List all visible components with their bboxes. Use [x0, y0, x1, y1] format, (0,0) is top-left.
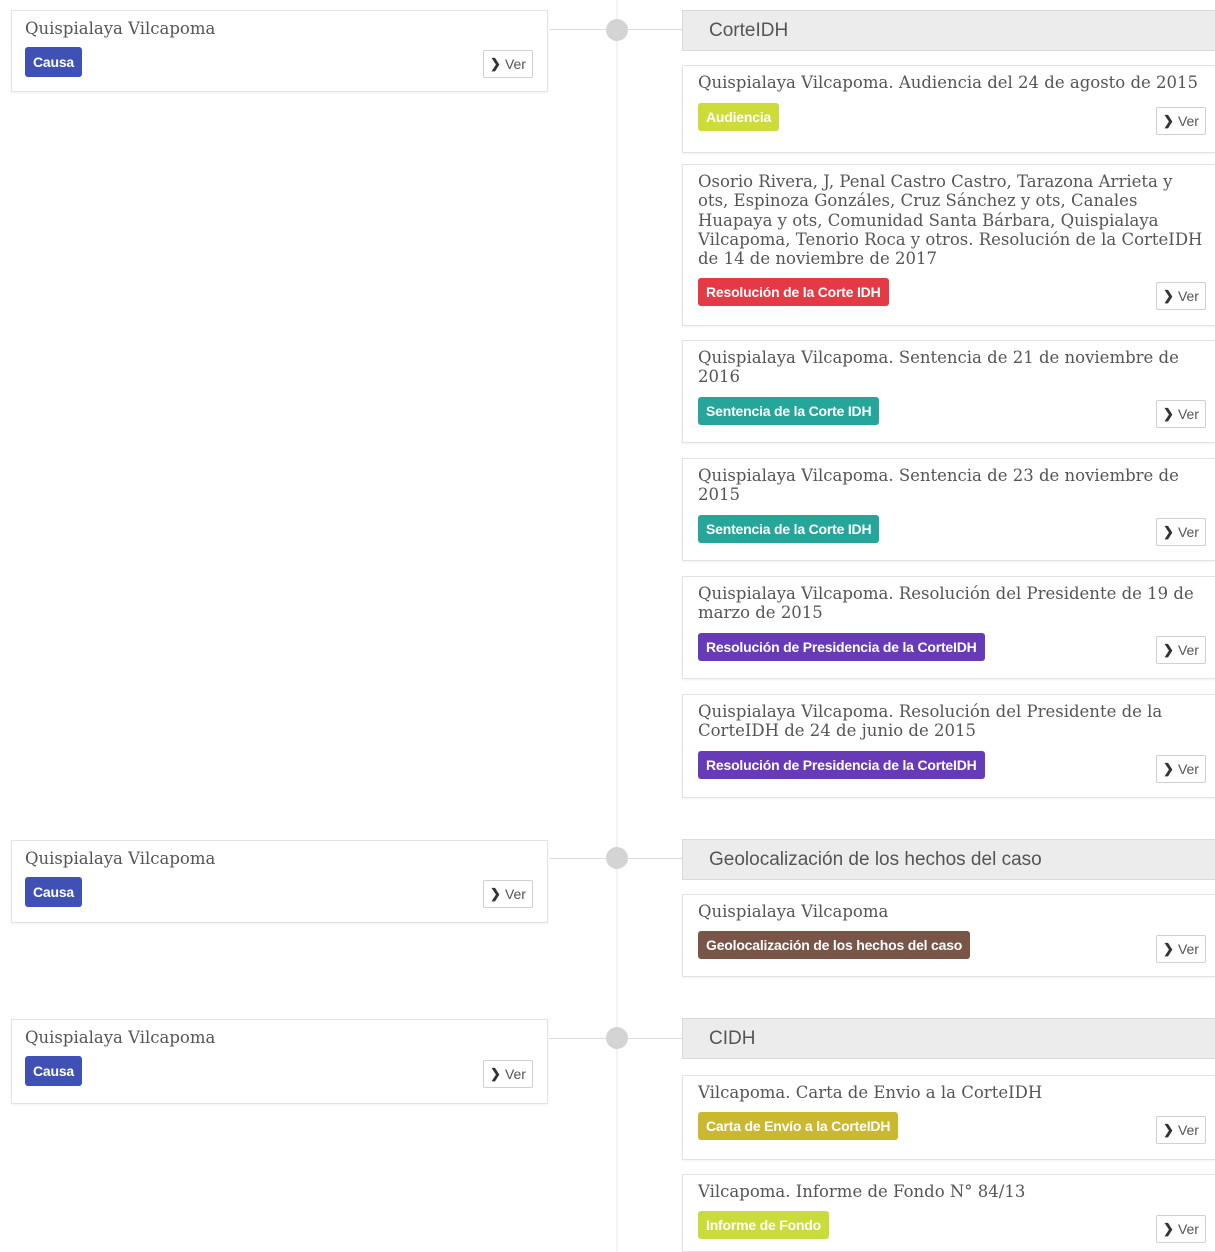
ver-label: Ver	[1177, 761, 1199, 777]
chevron-right-icon: ❯	[490, 1066, 501, 1081]
ver-label: Ver	[1177, 113, 1199, 129]
ver-label: Ver	[1177, 1221, 1199, 1237]
ver-label: Ver	[1177, 524, 1199, 540]
causa-title: Quispialaya Vilcapoma	[25, 1028, 216, 1047]
chevron-right-icon: ❯	[1163, 524, 1174, 539]
document-title: Vilcapoma. Informe de Fondo N° 84/13	[698, 1182, 1026, 1201]
document-card: Vilcapoma. Carta de Envio a la CorteIDH …	[682, 1075, 1215, 1160]
document-title: Vilcapoma. Carta de Envio a la CorteIDH	[698, 1083, 1043, 1102]
document-title: Quispialaya Vilcapoma. Sentencia de 21 d…	[698, 348, 1179, 387]
chevron-right-icon: ❯	[1163, 1221, 1174, 1236]
group-header-geolocalizacion: Geolocalización de los hechos del caso	[682, 839, 1215, 880]
document-card: Vilcapoma. Informe de Fondo N° 84/13 Inf…	[682, 1174, 1215, 1252]
chevron-right-icon: ❯	[1163, 941, 1174, 956]
causa-title: Quispialaya Vilcapoma	[25, 849, 216, 868]
document-title: Quispialaya Vilcapoma. Resolución del Pr…	[698, 702, 1163, 741]
ver-label: Ver	[1177, 406, 1199, 422]
timeline-spine	[616, 0, 618, 1252]
ver-button[interactable]: ❯ Ver	[1156, 935, 1206, 963]
chevron-right-icon: ❯	[1163, 113, 1174, 128]
document-card: Osorio Rivera, J, Penal Castro Castro, T…	[682, 164, 1215, 326]
ver-button[interactable]: ❯ Ver	[1156, 518, 1206, 546]
document-title: Quispialaya Vilcapoma. Audiencia del 24 …	[698, 73, 1199, 92]
ver-button[interactable]: ❯ Ver	[483, 1060, 533, 1088]
document-title: Osorio Rivera, J, Penal Castro Castro, T…	[698, 172, 1203, 269]
document-type-badge: Informe de Fondo	[698, 1211, 830, 1239]
ver-button[interactable]: ❯ Ver	[1156, 282, 1206, 310]
ver-button[interactable]: ❯ Ver	[483, 50, 533, 78]
document-title: Quispialaya Vilcapoma. Sentencia de 23 d…	[698, 466, 1179, 505]
document-title: Quispialaya Vilcapoma. Resolución del Pr…	[698, 584, 1194, 623]
timeline-node	[606, 847, 628, 869]
document-card: Quispialaya Vilcapoma. Sentencia de 23 d…	[682, 458, 1215, 561]
ver-button[interactable]: ❯ Ver	[1156, 1116, 1206, 1144]
document-card: Quispialaya Vilcapoma. Audiencia del 24 …	[682, 65, 1215, 153]
document-type-badge: Sentencia de la Corte IDH	[698, 397, 880, 425]
document-card: Quispialaya Vilcapoma. Resolución del Pr…	[682, 576, 1215, 679]
chevron-right-icon: ❯	[1163, 761, 1174, 776]
document-type-badge: Audiencia	[698, 103, 780, 131]
chevron-right-icon: ❯	[490, 56, 501, 71]
causa-badge: Causa	[25, 1056, 83, 1086]
ver-button[interactable]: ❯ Ver	[1156, 636, 1206, 664]
ver-label: Ver	[504, 56, 526, 72]
ver-label: Ver	[504, 886, 526, 902]
chevron-right-icon: ❯	[1163, 288, 1174, 303]
causa-title: Quispialaya Vilcapoma	[25, 19, 216, 38]
ver-button[interactable]: ❯ Ver	[1156, 107, 1206, 135]
group-header-cidh: CIDH	[682, 1018, 1215, 1059]
chevron-right-icon: ❯	[1163, 406, 1174, 421]
group-header-corteidh: CorteIDH	[682, 10, 1215, 51]
timeline-node	[606, 19, 628, 41]
document-title: Quispialaya Vilcapoma	[698, 902, 889, 921]
ver-label: Ver	[1177, 288, 1199, 304]
ver-label: Ver	[504, 1066, 526, 1082]
document-type-badge: Resolución de Presidencia de la CorteIDH	[698, 633, 985, 661]
ver-button[interactable]: ❯ Ver	[1156, 755, 1206, 783]
ver-button[interactable]: ❯ Ver	[1156, 400, 1206, 428]
document-type-badge: Sentencia de la Corte IDH	[698, 515, 880, 543]
chevron-right-icon: ❯	[1163, 642, 1174, 657]
timeline-node	[606, 1027, 628, 1049]
ver-label: Ver	[1177, 941, 1199, 957]
document-card: Quispialaya Vilcapoma Geolocalización de…	[682, 894, 1215, 977]
causa-badge: Causa	[25, 47, 83, 77]
document-type-badge: Resolución de la Corte IDH	[698, 278, 889, 306]
causa-card: Quispialaya Vilcapoma Causa ❯ Ver	[11, 10, 548, 92]
ver-button[interactable]: ❯ Ver	[483, 880, 533, 908]
document-type-badge: Resolución de Presidencia de la CorteIDH	[698, 751, 985, 779]
ver-label: Ver	[1177, 1122, 1199, 1138]
chevron-right-icon: ❯	[490, 886, 501, 901]
document-type-badge: Geolocalización de los hechos del caso	[698, 931, 971, 959]
document-card: Quispialaya Vilcapoma. Resolución del Pr…	[682, 694, 1215, 798]
causa-card: Quispialaya Vilcapoma Causa ❯ Ver	[11, 840, 548, 923]
causa-card: Quispialaya Vilcapoma Causa ❯ Ver	[11, 1019, 548, 1104]
ver-button[interactable]: ❯ Ver	[1156, 1215, 1206, 1243]
document-card: Quispialaya Vilcapoma. Sentencia de 21 d…	[682, 340, 1215, 443]
causa-badge: Causa	[25, 877, 83, 907]
document-type-badge: Carta de Envío a la CorteIDH	[698, 1112, 899, 1140]
chevron-right-icon: ❯	[1163, 1122, 1174, 1137]
ver-label: Ver	[1177, 642, 1199, 658]
